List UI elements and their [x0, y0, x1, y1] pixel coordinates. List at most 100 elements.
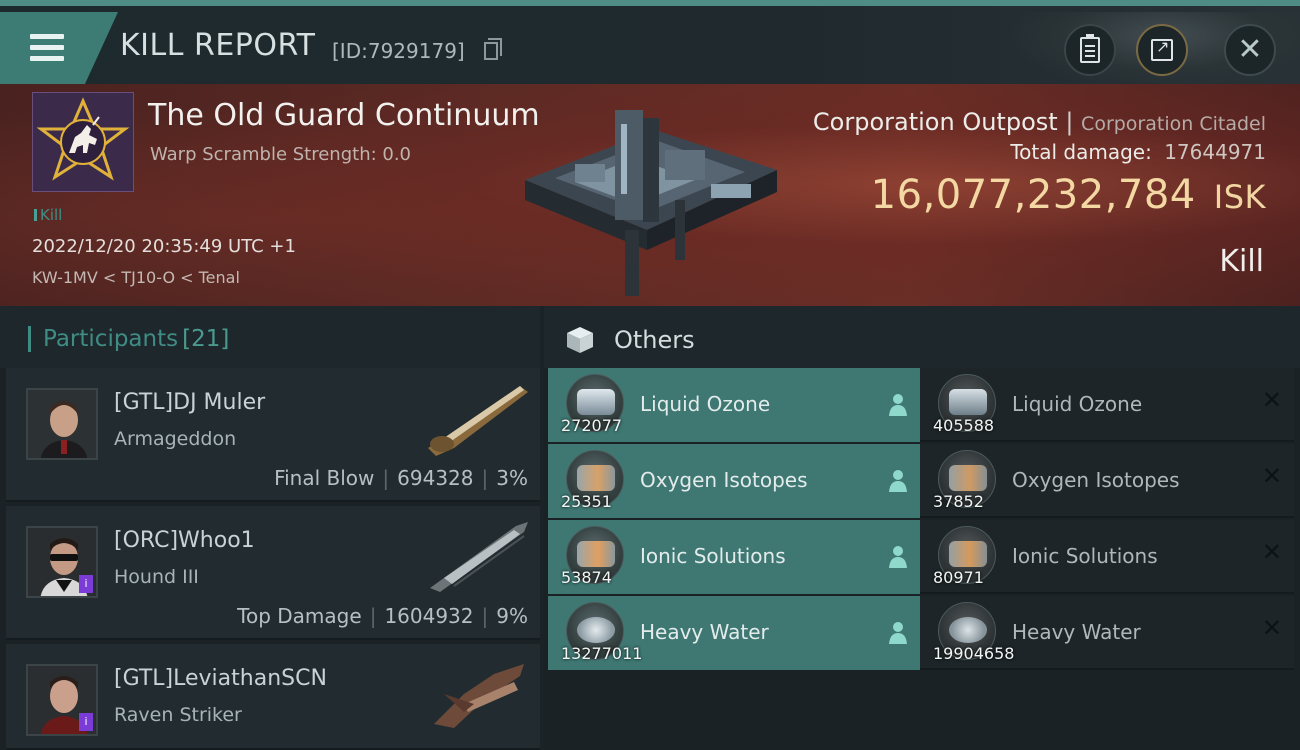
participants-title: Participants [21]	[28, 326, 229, 352]
item-quantity: 19904658	[933, 644, 1015, 663]
total-damage: Total damage: 17644971	[1010, 140, 1266, 164]
corp-logo-icon	[36, 97, 130, 181]
participant-row[interactable]: i [ORC]Whoo1 Hound III Top Damage | 160493…	[6, 506, 540, 640]
isk-value: 16,077,232,784 ISK	[871, 172, 1266, 218]
avatar[interactable]	[26, 388, 98, 460]
x-icon: ✕	[1261, 538, 1282, 566]
page-title: KILL REPORT	[120, 28, 316, 63]
kill-tag: Kill	[34, 206, 62, 224]
avatar[interactable]: i	[26, 664, 98, 736]
item-quantity: 80971	[933, 568, 984, 587]
participant-ship: Raven Striker	[114, 704, 242, 726]
participant-stats: Final Blow | 694328 | 3%	[274, 466, 528, 490]
kill-location[interactable]: KW-1MV < TJ10-O < Tenal	[32, 268, 240, 287]
total-damage-label: Total damage:	[1010, 140, 1152, 164]
isk-unit: ISK	[1213, 178, 1266, 216]
person-icon	[889, 546, 907, 568]
dropped-item[interactable]: 272077 Liquid Ozone	[548, 368, 922, 442]
avatar[interactable]: i	[26, 526, 98, 598]
clipboard-button[interactable]	[1064, 24, 1116, 76]
participant-percent: 9%	[496, 604, 528, 628]
destroyed-item[interactable]: 405588 Liquid Ozone ✕	[920, 368, 1294, 442]
hamburger-icon	[30, 34, 64, 39]
stats-divider: |	[481, 466, 489, 490]
others-header: Others	[544, 306, 1300, 368]
participant-ship-image	[428, 386, 528, 456]
close-button[interactable]: ✕	[1224, 24, 1276, 76]
item-quantity: 272077	[561, 416, 623, 435]
participant-ship: Armageddon	[114, 428, 237, 450]
participant-row[interactable]: i [GTL]LeviathanSCN Raven Striker	[6, 644, 540, 750]
kill-banner: The Old Guard Continuum Warp Scramble St…	[0, 84, 1300, 306]
item-quantity: 405588	[933, 416, 995, 435]
person-icon	[889, 394, 907, 416]
person-icon	[889, 622, 907, 644]
participant-percent: 3%	[496, 466, 528, 490]
share-icon	[1151, 37, 1173, 61]
victim-ship-type: Corporation Outpost | Corporation Citade…	[813, 108, 1266, 136]
share-button[interactable]	[1136, 24, 1188, 76]
cube-icon	[567, 327, 593, 353]
participant-stats: Top Damage | 1604932 | 9%	[237, 604, 528, 628]
item-quantity: 37852	[933, 492, 984, 511]
participants-panel: Participants [21] [GTL]DJ Muler Armageddo…	[0, 306, 540, 750]
stats-divider: |	[481, 604, 489, 628]
destroyed-item[interactable]: 37852 Oxygen Isotopes ✕	[920, 444, 1294, 518]
participants-header: Participants [21]	[0, 306, 540, 368]
participant-row[interactable]: [GTL]DJ Muler Armageddon Final Blow | 6943…	[6, 368, 540, 502]
pilot-badge-icon: i	[79, 713, 93, 731]
ship-class-label: Corporation Citadel	[1081, 113, 1266, 135]
isk-amount: 16,077,232,784	[870, 172, 1196, 218]
ship-type-label: Corporation Outpost	[812, 108, 1058, 136]
participant-damage: 1604932	[384, 604, 474, 628]
warp-scramble-strength: Warp Scramble Strength: 0.0	[150, 144, 412, 165]
participant-ship-image	[430, 522, 528, 592]
destroyed-item[interactable]: 80971 Ionic Solutions ✕	[920, 520, 1294, 594]
pilot-portrait-icon	[28, 390, 96, 458]
pilot-badge-icon: i	[79, 575, 93, 593]
dropped-item[interactable]: 53874 Ionic Solutions	[548, 520, 922, 594]
menu-button[interactable]	[0, 12, 118, 84]
title-bar: KILL REPORT [ID:7929179] ✕	[0, 0, 1300, 90]
corp-emblem[interactable]	[32, 92, 134, 192]
x-icon: ✕	[1261, 614, 1282, 642]
stats-divider: |	[369, 604, 377, 628]
item-name: Oxygen Isotopes	[640, 468, 808, 492]
stats-divider: |	[382, 466, 390, 490]
destroyed-item[interactable]: 19904658 Heavy Water ✕	[920, 596, 1294, 670]
structure-image	[525, 110, 777, 296]
ship-type-separator: |	[1065, 108, 1074, 136]
participant-name[interactable]: [GTL]LeviathanSCN	[114, 666, 327, 691]
item-quantity: 25351	[561, 492, 612, 511]
others-panel: Others 272077 Liquid Ozone 25351 Oxygen …	[544, 306, 1300, 750]
person-icon	[889, 470, 907, 492]
item-name: Oxygen Isotopes	[1012, 468, 1180, 492]
dropped-item[interactable]: 25351 Oxygen Isotopes	[548, 444, 922, 518]
x-icon: ✕	[1261, 386, 1282, 414]
item-name: Ionic Solutions	[640, 544, 786, 568]
item-name: Ionic Solutions	[1012, 544, 1158, 568]
clipboard-icon	[1080, 34, 1100, 63]
victim-corp-name[interactable]: The Old Guard Continuum	[148, 98, 540, 133]
item-quantity: 13277011	[561, 644, 643, 663]
hamburger-icon-line	[30, 56, 64, 61]
participant-ship: Hound III	[114, 566, 199, 588]
item-name: Heavy Water	[640, 620, 769, 644]
participant-name[interactable]: [GTL]DJ Muler	[114, 390, 265, 415]
item-quantity: 53874	[561, 568, 612, 587]
total-damage-value: 17644971	[1164, 140, 1266, 164]
report-id: [ID:7929179]	[332, 39, 465, 63]
x-icon: ✕	[1261, 462, 1282, 490]
item-name: Liquid Ozone	[640, 392, 771, 416]
kill-result: Kill	[1219, 244, 1264, 279]
participant-name[interactable]: [ORC]Whoo1	[114, 528, 255, 553]
hamburger-icon-line	[30, 45, 64, 50]
item-name: Heavy Water	[1012, 620, 1141, 644]
participants-count: [21]	[182, 326, 230, 352]
participants-label: Participants	[43, 326, 179, 352]
others-title: Others	[614, 326, 695, 354]
copy-icon[interactable]	[484, 38, 502, 60]
item-name: Liquid Ozone	[1012, 392, 1143, 416]
dropped-item[interactable]: 13277011 Heavy Water	[548, 596, 922, 670]
close-icon: ✕	[1237, 32, 1263, 67]
